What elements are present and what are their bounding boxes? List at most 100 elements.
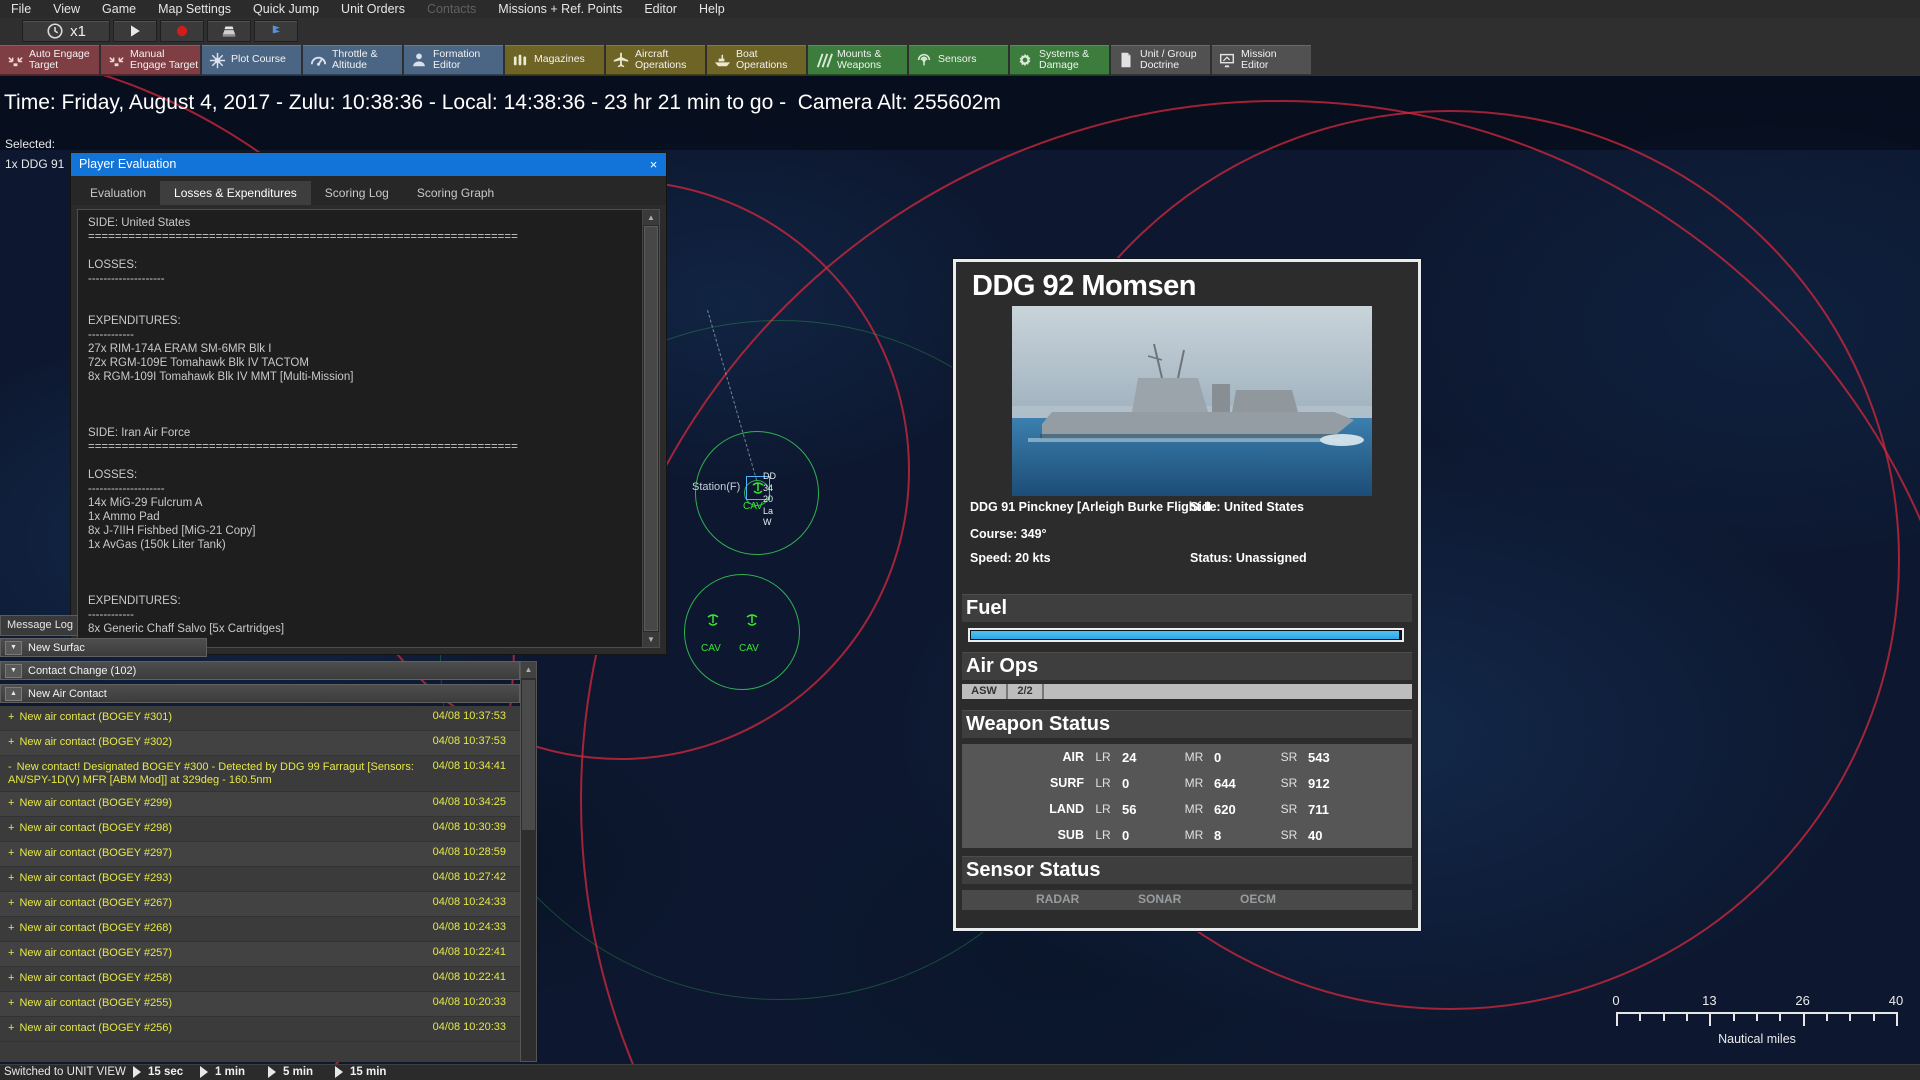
sr-value: 543 bbox=[1308, 749, 1330, 765]
log-entry[interactable]: + New air contact (BOGEY #301) 04/08 10:37… bbox=[0, 706, 520, 731]
log-entry[interactable]: + New air contact (BOGEY #297) 04/08 10:28… bbox=[0, 842, 520, 867]
log-entry[interactable]: + New air contact (BOGEY #267) 04/08 10:24… bbox=[0, 892, 520, 917]
log-entry[interactable]: + New air contact (BOGEY #293) 04/08 10:27… bbox=[0, 867, 520, 892]
log-group-contact-change-102[interactable]: ▼ Contact Change (102) bbox=[0, 661, 520, 680]
entry-toggle-icon[interactable]: + bbox=[8, 736, 14, 748]
toolbar-manual-engage-target[interactable]: Manual Engage Target bbox=[101, 45, 200, 75]
log-entry[interactable]: + New air contact (BOGEY #298) 04/08 10:30… bbox=[0, 817, 520, 842]
weapon-row-land: LAND LR 56 MR 620 SR 711 bbox=[962, 796, 1412, 822]
toolbar-mission-editor[interactable]: Mission Editor bbox=[1212, 45, 1311, 75]
log-entry[interactable]: + New air contact (BOGEY #255) 04/08 10:20… bbox=[0, 992, 520, 1017]
sensor-radar[interactable]: RADAR bbox=[1036, 892, 1079, 906]
entry-toggle-icon[interactable]: + bbox=[8, 997, 14, 1009]
time-step-1-min[interactable]: 1 min bbox=[200, 1066, 245, 1078]
toolbar-plot-course[interactable]: Plot Course bbox=[202, 45, 301, 75]
play-button[interactable] bbox=[113, 20, 157, 42]
toolbar-formation-editor[interactable]: Formation Editor bbox=[404, 45, 503, 75]
menu-quick-jump[interactable]: Quick Jump bbox=[242, 0, 330, 18]
air-ops-cell[interactable]: ASW bbox=[962, 684, 1008, 699]
tab-evaluation[interactable]: Evaluation bbox=[76, 181, 160, 205]
scrollbar-thumb[interactable] bbox=[522, 680, 535, 830]
log-entry[interactable]: + New air contact (BOGEY #258) 04/08 10:22… bbox=[0, 967, 520, 992]
toolbar-auto-engage-target[interactable]: Auto Engage Target bbox=[0, 45, 99, 75]
sr-value: 711 bbox=[1308, 801, 1329, 817]
scrollbar[interactable]: ▲ ▼ bbox=[642, 210, 659, 647]
window-title[interactable]: Player Evaluation bbox=[71, 153, 666, 176]
log-group-new-surfac[interactable]: ▼ New Surfac bbox=[0, 638, 207, 657]
menu-editor[interactable]: Editor bbox=[633, 0, 688, 18]
log-entry[interactable]: + New air contact (BOGEY #299) 04/08 10:34… bbox=[0, 792, 520, 817]
map-unit[interactable] bbox=[705, 612, 721, 633]
time-step-15-min[interactable]: 15 min bbox=[335, 1066, 386, 1078]
log-entry[interactable]: + New air contact (BOGEY #302) 04/08 10:37… bbox=[0, 731, 520, 756]
play-step-icon bbox=[335, 1066, 343, 1078]
tab-scoring-graph[interactable]: Scoring Graph bbox=[403, 181, 508, 205]
log-entry[interactable]: + New air contact (BOGEY #257) 04/08 10:22… bbox=[0, 942, 520, 967]
log-entry-time: 04/08 10:34:41 bbox=[432, 760, 506, 772]
toolbar-button-label: Manual Engage Target bbox=[130, 47, 199, 71]
menu-bar: File View Game Map Settings Quick Jump Unit O… bbox=[0, 0, 1920, 18]
close-icon[interactable]: × bbox=[645, 156, 662, 173]
entry-toggle-icon[interactable]: + bbox=[8, 872, 14, 884]
entry-toggle-icon[interactable]: + bbox=[8, 897, 14, 909]
record-button[interactable] bbox=[160, 20, 204, 42]
toolbar-systems-damage[interactable]: Systems & Damage bbox=[1010, 45, 1109, 75]
toolbar-aircraft-operations[interactable]: Aircraft Operations bbox=[606, 45, 705, 75]
scroll-up-icon[interactable]: ▲ bbox=[521, 662, 536, 678]
entry-toggle-icon[interactable]: + bbox=[8, 1022, 14, 1034]
toolbar-button-label: Aircraft Operations bbox=[635, 47, 687, 71]
sensor-status-bar: RADAR SONAR OECM bbox=[962, 890, 1412, 910]
toolbar-throttle-altitude[interactable]: Throttle & Altitude bbox=[303, 45, 402, 75]
menu-file[interactable]: File bbox=[0, 0, 42, 18]
toolbar-button-label: Magazines bbox=[534, 53, 585, 66]
entry-toggle-icon[interactable]: + bbox=[8, 847, 14, 859]
expand-icon[interactable]: ▼ bbox=[5, 663, 22, 678]
clock-button[interactable]: x1 bbox=[22, 20, 110, 42]
air-ops-cell[interactable]: 2/2 bbox=[1008, 684, 1044, 699]
toolbar-magazines[interactable]: Magazines bbox=[505, 45, 604, 75]
toolbar-mounts-weapons[interactable]: Mounts & Weapons bbox=[808, 45, 907, 75]
printer-button[interactable] bbox=[207, 20, 251, 42]
scrollbar-thumb[interactable] bbox=[644, 226, 658, 631]
toolbar-unit-group-doctrine[interactable]: Unit / Group Doctrine bbox=[1111, 45, 1210, 75]
time-step-label: 5 min bbox=[283, 1066, 314, 1078]
entry-toggle-icon[interactable]: + bbox=[8, 822, 14, 834]
sensor-oecm[interactable]: OECM bbox=[1240, 892, 1276, 906]
printer-icon bbox=[220, 22, 238, 40]
time-step-5-min[interactable]: 5 min bbox=[268, 1066, 313, 1078]
entry-toggle-icon[interactable]: + bbox=[8, 922, 14, 934]
entry-toggle-icon[interactable]: + bbox=[8, 711, 14, 723]
scroll-down-icon[interactable]: ▼ bbox=[643, 632, 659, 647]
menu-game[interactable]: Game bbox=[91, 0, 147, 18]
log-entry[interactable]: - New contact! Designated BOGEY #300 - De… bbox=[0, 756, 520, 792]
sensor-sonar[interactable]: SONAR bbox=[1138, 892, 1181, 906]
menu-map-settings[interactable]: Map Settings bbox=[147, 0, 242, 18]
log-entry[interactable]: + New air contact (BOGEY #268) 04/08 10:24… bbox=[0, 917, 520, 942]
collapse-icon[interactable]: ▲ bbox=[5, 686, 22, 701]
scroll-up-icon[interactable]: ▲ bbox=[643, 210, 659, 225]
menu-unit-orders[interactable]: Unit Orders bbox=[330, 0, 416, 18]
time-step-15-sec[interactable]: 15 sec bbox=[133, 1066, 183, 1078]
map-unit[interactable] bbox=[744, 612, 760, 633]
ship-photo bbox=[1012, 306, 1372, 496]
entry-toggle-icon[interactable]: + bbox=[8, 972, 14, 984]
entry-toggle-icon[interactable]: + bbox=[8, 947, 14, 959]
menu-view[interactable]: View bbox=[42, 0, 91, 18]
log-entry-time: 04/08 10:37:53 bbox=[432, 735, 506, 747]
menu-missions-ref-points[interactable]: Missions + Ref. Points bbox=[487, 0, 633, 18]
tab-losses-expenditures[interactable]: Losses & Expenditures bbox=[160, 181, 311, 205]
unit-label: CAV bbox=[743, 501, 763, 512]
toolbar-sensors[interactable]: Sensors bbox=[909, 45, 1008, 75]
log-entry[interactable]: + New air contact (BOGEY #256) 04/08 10:20… bbox=[0, 1017, 520, 1042]
entry-toggle-icon[interactable]: + bbox=[8, 797, 14, 809]
flag-button[interactable] bbox=[254, 20, 298, 42]
message-log-tab[interactable]: Message Log bbox=[0, 615, 78, 636]
entry-toggle-icon[interactable]: - bbox=[8, 761, 12, 773]
menu-help[interactable]: Help bbox=[688, 0, 736, 18]
log-group-label: New Surfac bbox=[28, 641, 85, 654]
tab-scoring-log[interactable]: Scoring Log bbox=[311, 181, 403, 205]
log-group-new-air-contact[interactable]: ▲ New Air Contact bbox=[0, 684, 520, 703]
message-log-scrollbar[interactable]: ▲ bbox=[520, 661, 537, 1062]
expand-icon[interactable]: ▼ bbox=[5, 640, 22, 655]
toolbar-boat-operations[interactable]: Boat Operations bbox=[707, 45, 806, 75]
